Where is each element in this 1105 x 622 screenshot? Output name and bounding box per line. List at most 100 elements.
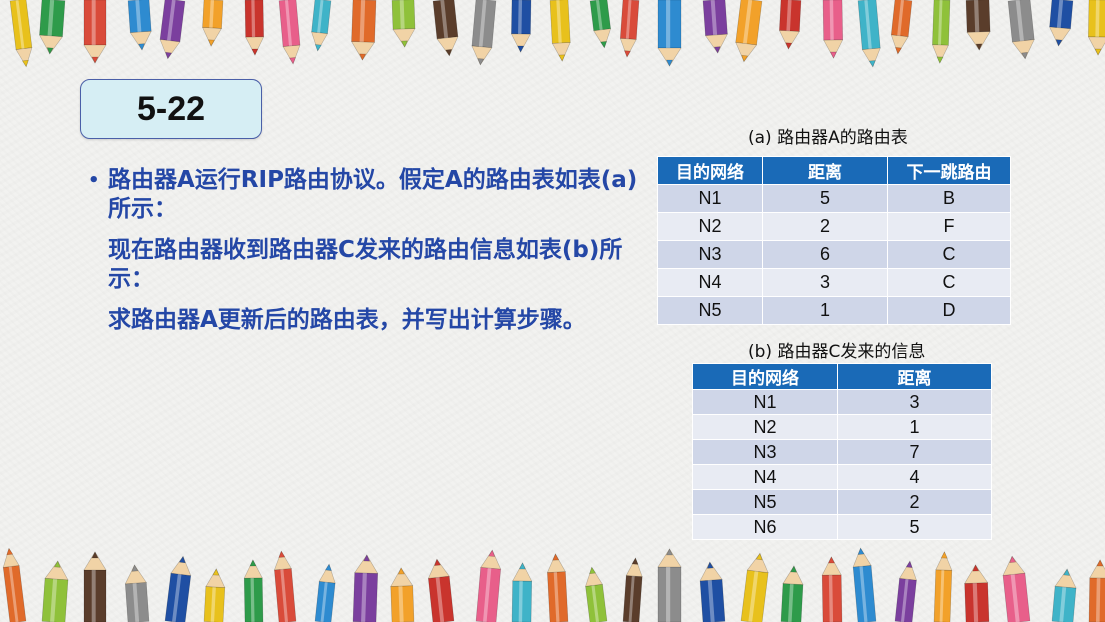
table-row: N4 4 bbox=[692, 464, 992, 490]
table-cell: N2 bbox=[692, 414, 838, 440]
pencil-icon bbox=[1049, 0, 1074, 47]
pencil-icon bbox=[352, 554, 379, 622]
top-pencil-border bbox=[0, 0, 1105, 75]
pencil-icon bbox=[857, 0, 881, 68]
header-distance: 距离 bbox=[837, 363, 992, 390]
table-row: N5 1 D bbox=[657, 296, 1011, 325]
table-cell: 3 bbox=[762, 268, 888, 297]
pencil-icon bbox=[933, 551, 953, 622]
table-row: N2 1 bbox=[692, 414, 992, 440]
pencil-icon bbox=[1007, 0, 1035, 60]
pencil-icon bbox=[471, 0, 497, 66]
table-row: N3 7 bbox=[692, 439, 992, 465]
table-header-row: 目的网络 距离 下一跳路由 bbox=[657, 156, 1011, 185]
bullet-icon: • bbox=[88, 170, 100, 191]
table-row: N2 2 F bbox=[657, 212, 1011, 241]
table-row: N5 2 bbox=[692, 489, 992, 515]
table-a-caption: (a) 路由器A的路由表 bbox=[748, 128, 908, 148]
pencil-icon bbox=[83, 0, 107, 64]
pencil-icon bbox=[699, 561, 726, 622]
table-cell: N3 bbox=[692, 439, 838, 465]
pencil-icon bbox=[83, 551, 107, 622]
pencil-icon bbox=[931, 0, 951, 64]
table-cell: N6 bbox=[692, 514, 838, 540]
table-cell: F bbox=[887, 212, 1011, 241]
table-cell: 1 bbox=[837, 414, 992, 440]
pencil-icon bbox=[273, 550, 297, 622]
pencil-icon bbox=[1002, 555, 1031, 622]
slide-number: 5-22 bbox=[136, 89, 206, 128]
table-cell: N4 bbox=[692, 464, 838, 490]
table-row: N3 6 C bbox=[657, 240, 1011, 269]
pencil-icon bbox=[964, 564, 990, 622]
pencil-icon bbox=[511, 562, 533, 622]
pencil-icon bbox=[735, 0, 763, 63]
pencil-icon bbox=[314, 563, 336, 622]
pencil-icon bbox=[657, 0, 682, 67]
question-line-2: 现在路由器收到路由器C发来的路由信息如表(b)所示： bbox=[108, 237, 623, 292]
table-cell: N1 bbox=[657, 184, 763, 213]
pencil-icon bbox=[822, 0, 844, 59]
table-b-caption: (b) 路由器C发来的信息 bbox=[748, 342, 926, 362]
pencil-icon bbox=[821, 556, 843, 622]
table-cell: B bbox=[887, 184, 1011, 213]
table-cell: 6 bbox=[762, 240, 888, 269]
pencil-icon bbox=[702, 0, 728, 54]
pencil-icon bbox=[740, 552, 769, 622]
table-header-row: 目的网络 距离 bbox=[692, 363, 992, 390]
pencil-icon bbox=[657, 548, 682, 622]
pencil-icon bbox=[38, 0, 66, 55]
pencil-icon bbox=[965, 0, 991, 51]
table-cell: C bbox=[887, 268, 1011, 297]
bottom-pencil-border bbox=[0, 540, 1105, 622]
pencil-icon bbox=[510, 0, 532, 53]
pencil-icon bbox=[351, 0, 377, 61]
pencil-icon bbox=[278, 0, 301, 65]
pencil-icon bbox=[244, 0, 265, 56]
table-cell: N5 bbox=[657, 296, 763, 325]
pencil-icon bbox=[159, 0, 186, 60]
pencil-icon bbox=[391, 0, 416, 48]
pencil-icon bbox=[852, 547, 877, 622]
pencil-icon bbox=[390, 567, 415, 622]
question-line-3: 求路由器A更新后的路由表，并写出计算步骤。 bbox=[108, 307, 586, 333]
table-cell: N2 bbox=[657, 212, 763, 241]
header-distance: 距离 bbox=[762, 156, 888, 185]
pencil-icon bbox=[780, 565, 804, 622]
pencil-icon bbox=[9, 0, 33, 68]
pencil-icon bbox=[778, 0, 802, 50]
header-destination: 目的网络 bbox=[692, 363, 838, 390]
pencil-icon bbox=[546, 553, 569, 622]
table-cell: 1 bbox=[762, 296, 888, 325]
table-row: N1 3 bbox=[692, 389, 992, 415]
pencil-icon bbox=[243, 559, 264, 622]
routing-info-table-b: 目的网络 距离 N1 3 N2 1 N3 7 N4 4 N5 2 N6 5 bbox=[692, 363, 992, 540]
pencil-icon bbox=[1088, 559, 1105, 622]
pencil-icon bbox=[475, 549, 502, 622]
table-cell: N4 bbox=[657, 268, 763, 297]
table-cell: 2 bbox=[762, 212, 888, 241]
pencil-icon bbox=[890, 0, 913, 55]
pencil-icon bbox=[164, 555, 192, 622]
pencil-icon bbox=[589, 0, 612, 49]
slide-number-box: 5-22 bbox=[80, 79, 262, 139]
table-cell: N5 bbox=[692, 489, 838, 515]
table-row: N6 5 bbox=[692, 514, 992, 540]
pencil-icon bbox=[202, 0, 224, 47]
table-cell: 4 bbox=[837, 464, 992, 490]
header-next-hop: 下一跳路由 bbox=[887, 156, 1011, 185]
pencil-icon bbox=[585, 566, 608, 622]
pencil-icon bbox=[432, 0, 459, 57]
pencil-icon bbox=[311, 0, 332, 52]
table-cell: C bbox=[887, 240, 1011, 269]
question-text: • 路由器A运行RIP路由协议。假定A的路由表如表(a)所示： 现在路由器收到路… bbox=[88, 166, 648, 347]
table-cell: 7 bbox=[837, 439, 992, 465]
table-cell: 5 bbox=[762, 184, 888, 213]
table-cell: N1 bbox=[692, 389, 838, 415]
pencil-icon bbox=[894, 560, 917, 622]
pencil-icon bbox=[619, 0, 640, 58]
pencil-icon bbox=[127, 0, 152, 51]
question-line-1: 路由器A运行RIP路由协议。假定A的路由表如表(a)所示： bbox=[108, 167, 638, 222]
header-destination: 目的网络 bbox=[657, 156, 763, 185]
pencil-decoration-bottom bbox=[2, 547, 1105, 622]
